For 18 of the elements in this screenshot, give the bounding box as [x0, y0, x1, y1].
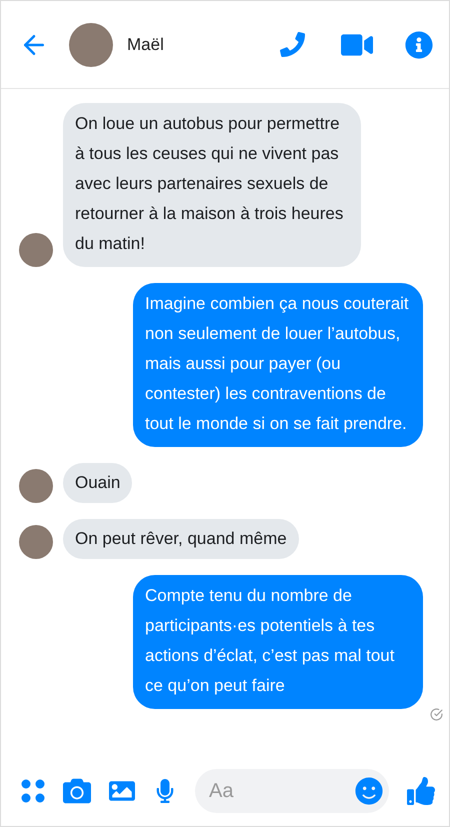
- avatar: [19, 469, 53, 503]
- emoji-button[interactable]: [355, 777, 383, 805]
- contact-name: Maël: [127, 34, 165, 54]
- message-bubble: Imagine combien ça nous couterait non seulement de louer l’autobus, mais aussi pour payer (ou contester) les contraventions de tout le monde si on se fait prendre.: [133, 283, 423, 447]
- message-bubble: Compte tenu du nombre de participants·es potentiels à tes actions d’éclat, c’est pas mal tout ce qu’on peut faire: [133, 575, 423, 709]
- avatar: [19, 233, 53, 267]
- avatar: [69, 22, 113, 66]
- message-bubble: On loue un autobus pour permettre à tous les ceuses qui ne vivent pas avec leurs partenaires sexuels de retourner à la maison à trois heures du matin!: [63, 103, 361, 267]
- message-field[interactable]: Aa: [195, 769, 389, 813]
- phone-button[interactable]: [280, 32, 305, 57]
- avatar: [19, 525, 53, 559]
- message-bubble: On peut rêver, quand même: [63, 519, 299, 559]
- camera-button[interactable]: [63, 777, 91, 805]
- apps-button[interactable]: [21, 779, 45, 803]
- like-button[interactable]: [407, 777, 435, 805]
- message-input[interactable]: Aa: [209, 780, 355, 802]
- info-button[interactable]: [405, 30, 433, 58]
- message-bubble: Ouain: [63, 463, 132, 503]
